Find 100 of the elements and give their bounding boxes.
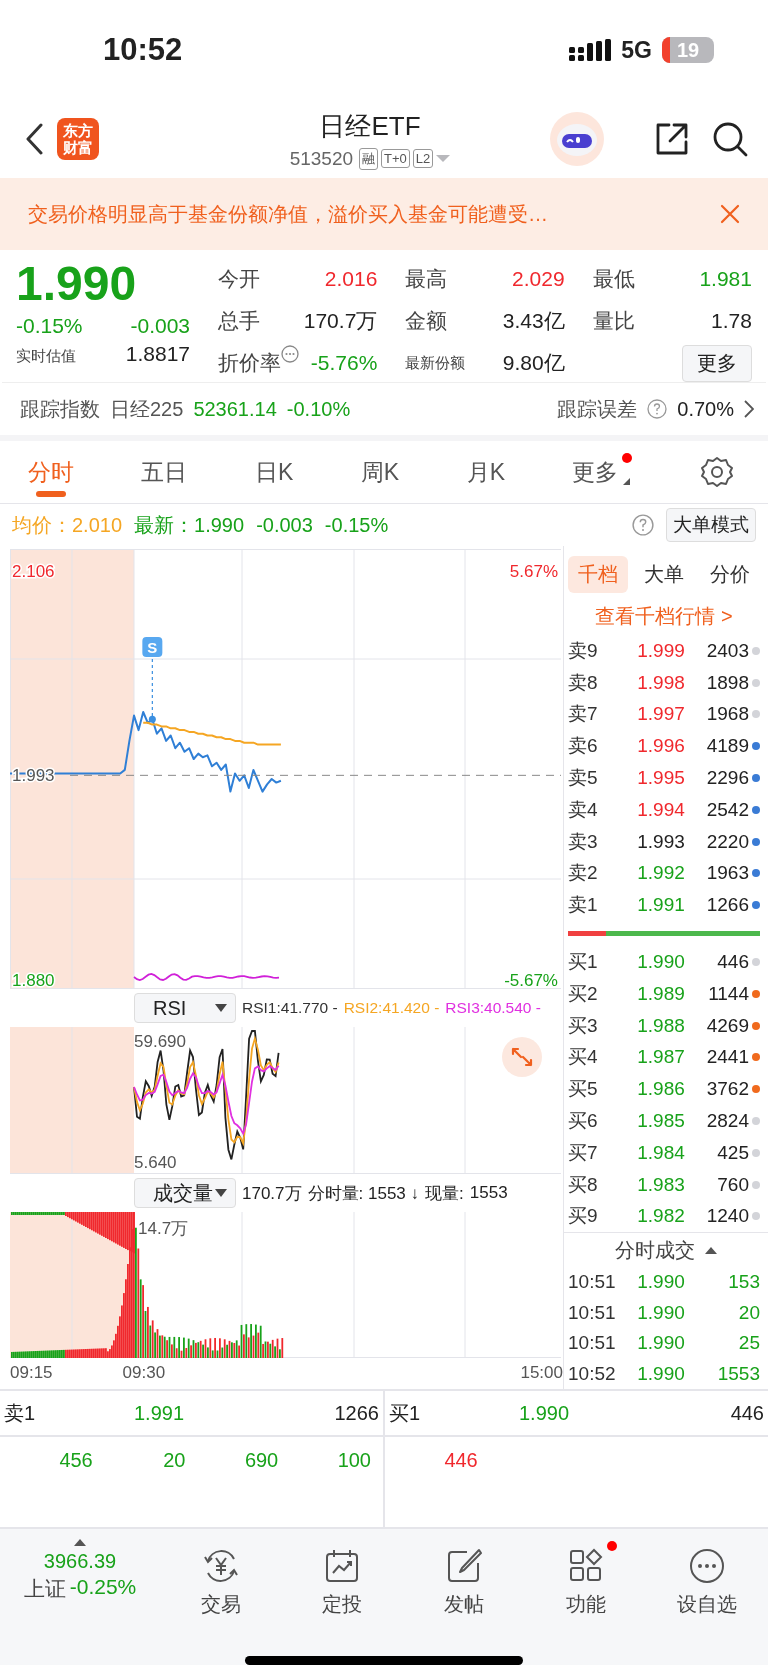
nav-label[interactable]: 交易 [200,1591,241,1618]
bid-volume: 446 [730,1401,764,1425]
ask-price: 1.991 [134,1401,185,1425]
order-volume: 446 [716,951,749,973]
close-icon[interactable] [720,204,740,224]
yen-exchange-icon[interactable] [201,1547,240,1585]
order-price: 1.996 [636,735,686,758]
stat-label: 金额 [405,308,448,334]
nav-label[interactable]: 功能 [565,1591,606,1618]
order-price: 1.992 [636,862,686,885]
order-volume: 2296 [705,767,749,790]
order-price: 1.986 [636,1078,686,1101]
stat-value: 170.7万 [303,308,378,334]
axis-tick-label: 2.106 [12,561,55,581]
chart-tab[interactable]: 月K [466,441,505,503]
change-value: -0.003 [130,314,190,338]
tracking-index-value: 52361.14 [193,397,277,421]
trade-time: 10:52 [568,1362,617,1385]
order-level-label: 卖1 [568,893,599,918]
nav-label[interactable]: 定投 [322,1591,363,1618]
order-level-label: 买4 [568,1045,599,1070]
network-label: 5G [621,36,652,64]
trade-time: 10:51 [568,1332,617,1355]
warning-text: 交易价格明显高于基金份额净值，溢价买入基金可能遭受… [28,201,548,227]
indicator-dropdown[interactable]: RSI [134,993,236,1023]
stat-label: 总手 [218,308,260,334]
order-volume: 4189 [705,735,749,758]
fund-title: 日经ETF [319,109,421,143]
chart-tab[interactable]: 更多 [572,441,633,503]
order-volume: 2220 [705,830,749,853]
share-icon[interactable] [654,121,690,157]
trade-volume: 1553 [716,1362,760,1385]
large-order-mode-button[interactable]: 大单模式 [666,508,756,542]
order-price: 1.993 [636,830,686,853]
order-volume: 1898 [705,671,749,694]
info-icon[interactable] [281,345,299,363]
ask-fill-volume: 690 [243,1448,279,1472]
order-volume: 1144 [707,982,749,1005]
chart-tab[interactable]: 日K [254,441,294,503]
nav-label[interactable]: 设自选 [677,1591,738,1618]
trade-price: 1.990 [636,1301,686,1324]
order-level-label: 卖8 [568,670,599,695]
estimate-value: 1.8817 [125,342,190,366]
order-level-label: 买3 [568,1013,599,1038]
order-book-tab[interactable]: 分价 [700,556,760,593]
stat-label: 最新份额 [405,353,466,373]
edit-icon[interactable] [445,1547,483,1585]
signal-icon [569,39,612,61]
caret-up-icon[interactable] [705,1246,717,1254]
trade-volume: 20 [737,1301,760,1324]
order-level-label: 卖3 [568,829,599,854]
bid-label: 买1 [389,1400,422,1426]
axis-tick-label: 5.640 [134,1153,177,1172]
trade-volume: 153 [727,1271,760,1293]
order-price: 1.988 [636,1014,686,1037]
tracking-error-value: 0.70% [677,397,734,421]
order-price: 1.999 [636,639,686,662]
robot-avatar-icon[interactable] [550,112,604,166]
current-volume: 1553 [469,1183,508,1203]
stat-label: 今开 [218,266,260,292]
order-volume: 2824 [705,1109,749,1132]
order-level-label: 买1 [568,950,599,974]
indicator-dropdown[interactable]: 成交量 [134,1178,236,1208]
settings-icon[interactable] [699,455,734,489]
order-book-tab[interactable]: 大单 [634,556,694,593]
app-logo: 东方财富 [57,118,99,160]
tracking-error-label: 跟踪误差 [557,396,638,422]
latest-change: -0.003 [256,513,313,537]
help-icon[interactable] [647,399,668,419]
latest-change-percent: -0.15% [324,513,389,537]
time-axis-label: 15:00 [520,1363,563,1383]
rsi-value: RSI3:40.540 - [445,999,541,1017]
order-volume: 425 [716,1141,749,1164]
expand-icon[interactable] [502,1037,542,1077]
back-icon[interactable] [25,123,43,155]
stat-value: 9.80亿 [502,350,565,376]
order-level-label: 买5 [568,1077,599,1102]
stat-label: 折价率 [218,350,281,376]
order-volume: 760 [716,1173,749,1196]
trades-title[interactable]: 分时成交 [615,1236,695,1264]
help-icon[interactable] [632,514,654,536]
order-volume: 4269 [705,1014,749,1037]
ask-fill-volume: 20 [162,1448,186,1472]
more-icon[interactable] [688,1547,727,1585]
order-volume: 2403 [705,639,749,662]
axis-tick-label: -5.67% [504,970,558,989]
ask-volume: 1266 [334,1401,379,1425]
search-icon[interactable] [712,121,748,157]
order-volume: 1963 [705,862,749,885]
chart-tab[interactable]: 周K [360,441,400,503]
axis-tick-label: 14.7万 [138,1219,189,1238]
stat-label: 量比 [592,308,635,334]
chart-tab[interactable]: 五日 [141,441,188,503]
nav-label[interactable]: 发帖 [444,1591,484,1618]
order-price: 1.994 [636,798,686,821]
order-level-label: 卖9 [568,638,599,663]
chevron-right-icon[interactable] [744,400,754,418]
more-button[interactable]: 更多 [682,344,752,382]
caret-up-icon[interactable] [74,1539,86,1546]
battery-icon: 19 [662,37,714,63]
